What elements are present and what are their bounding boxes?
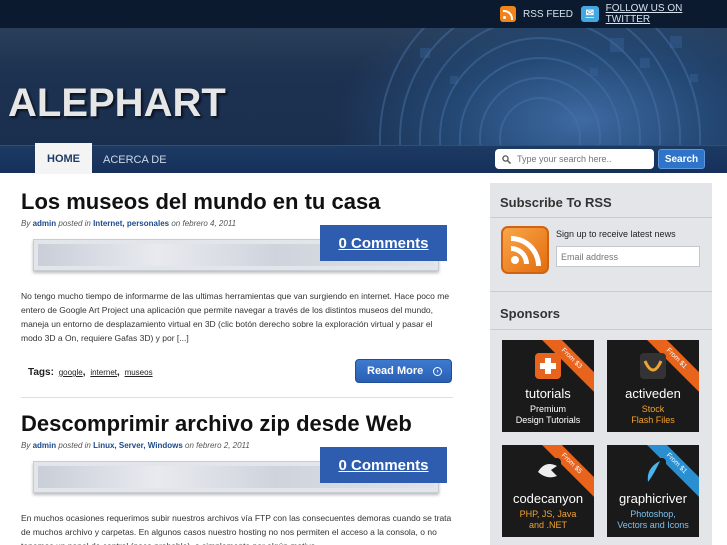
email-field[interactable] [556, 246, 700, 267]
meta-date: on febrero 2, 2011 [185, 441, 250, 450]
rss-icon [500, 6, 516, 22]
meta-posted-in: posted in [58, 441, 91, 450]
tags-label: Tags: [28, 367, 54, 378]
eagle-icon [535, 458, 561, 484]
main-content: Los museos del mundo en tu casa By admin… [0, 173, 478, 545]
sponsor-codecanyon[interactable]: From $5 codecanyon PHP, JS, Java and .NET [502, 445, 594, 537]
tag-link[interactable]: google [59, 368, 83, 377]
meta-posted-in: posted in [58, 219, 91, 228]
post-categories-link[interactable]: Linux, Server, Windows [93, 441, 183, 450]
arrow-right-icon: › [433, 367, 442, 376]
meta-date: on febrero 4, 2011 [171, 219, 237, 228]
sponsor-subtitle: Stock Flash Files [631, 404, 675, 425]
sponsor-activeden[interactable]: From $1 activeden Stock Flash Files [607, 340, 699, 432]
comments-link[interactable]: 0 Comments [320, 225, 447, 261]
post-divider [21, 397, 453, 398]
sponsor-tutorials[interactable]: From $3 tutorials Premium Design Tutorial… [502, 340, 594, 432]
site-header: ALEPHART [0, 28, 727, 145]
main-nav: HOME ACERCA DE Search [0, 143, 727, 174]
post-title[interactable]: Los museos del mundo en tu casa [21, 189, 380, 215]
sponsor-subtitle: Premium Design Tutorials [515, 404, 581, 425]
search-icon [502, 154, 511, 164]
search-input[interactable] [517, 154, 647, 164]
post-categories-link[interactable]: Internet, personales [93, 219, 169, 228]
search-box [495, 149, 654, 169]
sponsor-brand: activeden [625, 386, 681, 401]
tag-link[interactable]: internet [90, 368, 117, 377]
sponsor-brand: tutorials [525, 386, 571, 401]
post-excerpt: En muchos ocasiones requerimos subir nue… [21, 513, 452, 545]
sponsor-subtitle: PHP, JS, Java and .NET [519, 509, 577, 530]
widget-divider [490, 217, 712, 218]
sponsor-brand: codecanyon [512, 491, 584, 506]
signup-text: Sign up to receive latest news [556, 229, 676, 239]
tutorials-logo-icon [535, 353, 561, 379]
post-author-link[interactable]: admin [33, 441, 57, 450]
read-more-label: Read More [367, 365, 424, 377]
sponsor-graphicriver[interactable]: From $1 graphicriver Photoshop, Vectors a… [607, 445, 699, 537]
post-tags: Tags: google, internet, museos [28, 367, 153, 378]
post-excerpt: No tengo mucho tiempo de informarme de l… [21, 291, 450, 343]
meta-by: By [21, 441, 31, 450]
site-logo[interactable]: ALEPHART [8, 81, 226, 126]
sponsors-title: Sponsors [500, 306, 560, 321]
rss-feed-link[interactable]: RSS FEED [500, 5, 573, 23]
widget-divider [490, 291, 712, 292]
post-meta: By admin posted in Internet, personales … [21, 219, 236, 228]
nav-item-acerca-de[interactable]: ACERCA DE [103, 146, 167, 173]
comments-link[interactable]: 0 Comments [320, 447, 447, 483]
nav-item-home[interactable]: HOME [35, 143, 92, 174]
twitter-link[interactable]: ✉ FOLLOW US ON TWITTER [581, 3, 727, 25]
sidebar: Subscribe To RSS Sign up to receive late… [490, 183, 712, 545]
post-meta: By admin posted in Linux, Server, Window… [21, 441, 250, 450]
twitter-label: FOLLOW US ON TWITTER [605, 3, 683, 25]
post-author-link[interactable]: admin [33, 219, 57, 228]
meta-by: By [21, 219, 31, 228]
widget-divider [490, 329, 712, 330]
rss-feed-icon[interactable] [501, 226, 549, 274]
subscribe-title: Subscribe To RSS [500, 195, 612, 210]
search-button[interactable]: Search [658, 149, 705, 169]
twitter-icon: ✉ [581, 6, 599, 22]
post-title[interactable]: Descomprimir archivo zip desde Web [21, 411, 412, 437]
tag-link[interactable]: museos [125, 368, 153, 377]
activeden-logo-icon [640, 353, 666, 379]
sponsor-subtitle: Photoshop, Vectors and Icons [617, 509, 689, 530]
top-bar: RSS FEED ✉ FOLLOW US ON TWITTER [0, 0, 727, 28]
fish-icon [640, 458, 666, 484]
sponsor-brand: graphicriver [619, 491, 687, 506]
rss-feed-label: RSS FEED [523, 8, 574, 20]
read-more-button[interactable]: Read More › [355, 359, 452, 383]
